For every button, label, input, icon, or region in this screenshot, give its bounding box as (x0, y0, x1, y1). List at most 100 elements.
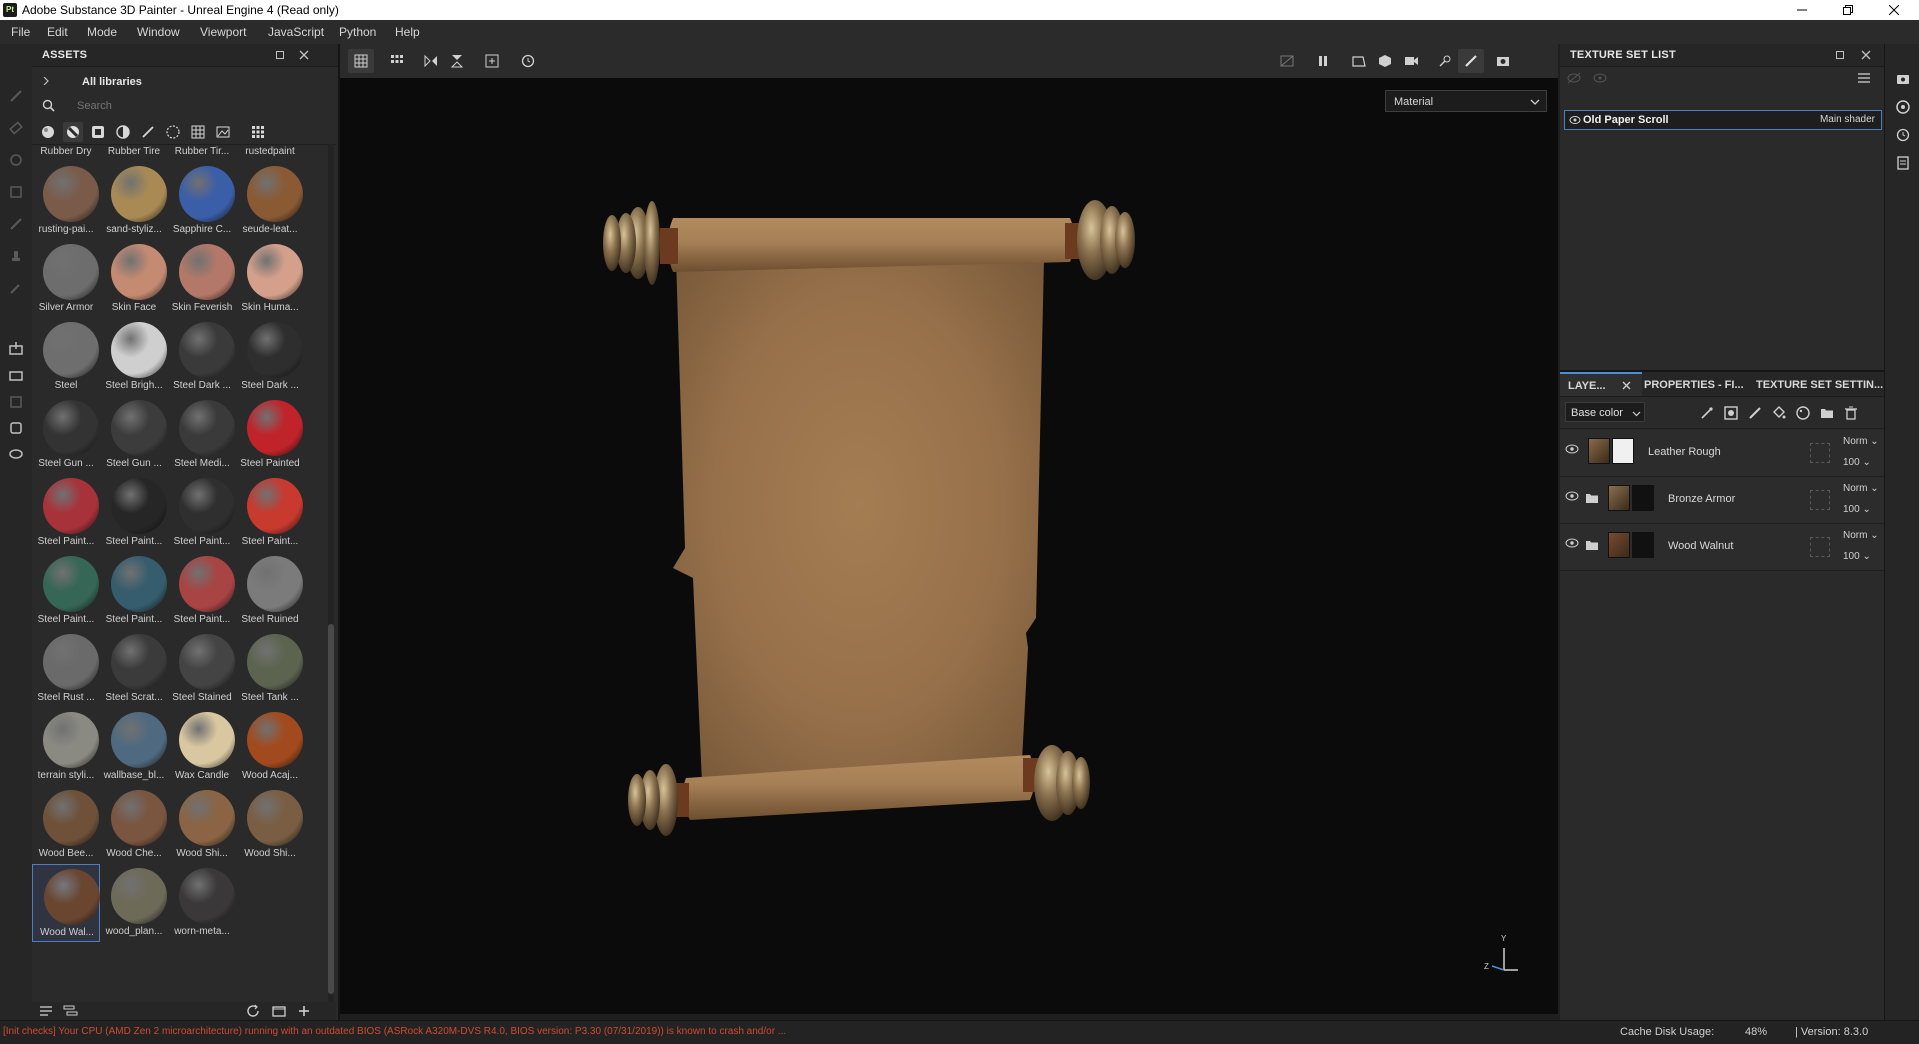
tsl-undock-button[interactable] (1832, 47, 1848, 63)
asset-tile[interactable]: Steel Paint... (236, 474, 304, 552)
asset-tile[interactable]: Skin Face (100, 240, 168, 318)
menu-window[interactable]: Window (137, 25, 180, 39)
menu-javascript[interactable]: JavaScript (268, 25, 324, 39)
layer-row[interactable]: Bronze Armor Norm ⌄ 100 ⌄ (1560, 477, 1884, 524)
3d-viewport[interactable]: Y Z (340, 78, 1558, 1014)
refresh-button[interactable] (245, 1003, 261, 1019)
import-button[interactable] (271, 1003, 287, 1019)
filter-materials[interactable] (38, 122, 58, 142)
menu-mode[interactable]: Mode (87, 25, 117, 39)
filter-brushes[interactable] (138, 122, 158, 142)
geometry-fill-tool[interactable] (4, 180, 28, 204)
asset-tile[interactable]: Steel Brigh... (100, 318, 168, 396)
tiling-button[interactable] (384, 49, 410, 73)
frame-selection-button[interactable] (479, 49, 505, 73)
bake-tool[interactable] (4, 336, 28, 360)
asset-tile[interactable]: Steel Paint... (32, 552, 100, 630)
asset-tile[interactable]: Wood Shi... (168, 786, 236, 864)
asset-tile[interactable]: Steel Painted (236, 396, 304, 474)
library-selector[interactable]: All libraries (32, 68, 336, 94)
add-mask-button[interactable] (1720, 403, 1742, 423)
tab-layers[interactable]: LAYE... (1560, 372, 1642, 396)
asset-tile[interactable]: Steel Stained (168, 630, 236, 708)
asset-tile[interactable]: Steel Paint... (168, 474, 236, 552)
material-mode-dropdown[interactable]: Material (1385, 90, 1547, 112)
tree-view-button[interactable] (62, 1003, 78, 1019)
clone-tool[interactable] (4, 244, 28, 268)
asset-tile[interactable]: Steel Rust ... (32, 630, 100, 708)
smudge-tool[interactable] (4, 212, 28, 236)
asset-tile[interactable]: Silver Armor (32, 240, 100, 318)
layer-geometry-mask[interactable] (1810, 537, 1830, 557)
layer-row[interactable]: Leather Rough Norm ⌄ 100 ⌄ (1560, 430, 1884, 477)
dock-log[interactable] (1892, 152, 1914, 174)
eye-icon[interactable] (1565, 491, 1579, 501)
filter-environments[interactable] (213, 122, 233, 142)
camera-mode-button[interactable] (1398, 49, 1424, 73)
tsl-show-all-button[interactable] (1592, 72, 1608, 84)
scrollbar-thumb[interactable] (328, 624, 334, 994)
asset-tile[interactable]: Steel Ruined (236, 552, 304, 630)
asset-tile[interactable]: rustedpaint (236, 144, 304, 162)
search-input[interactable] (77, 98, 317, 114)
assets-close-button[interactable] (296, 47, 312, 63)
picker-tool[interactable] (4, 276, 28, 300)
asset-tile[interactable]: Skin Feverish (168, 240, 236, 318)
eraser-tool[interactable] (4, 116, 28, 140)
asset-tile[interactable]: Wood Acaj... (236, 708, 304, 786)
add-folder-button[interactable] (1816, 403, 1838, 423)
filter-filters[interactable] (113, 122, 133, 142)
filter-textures[interactable] (188, 122, 208, 142)
asset-tile[interactable]: Wood Bee... (32, 786, 100, 864)
asset-tile[interactable]: Steel Gun ... (32, 396, 100, 474)
view-3d-button[interactable] (1372, 49, 1398, 73)
asset-tile[interactable]: Rubber Tire (100, 144, 168, 162)
menu-help[interactable]: Help (395, 25, 420, 39)
asset-tile[interactable]: wood_plan... (100, 864, 168, 942)
screenshot-button[interactable] (1490, 49, 1516, 73)
layer-opacity[interactable]: 100 ⌄ (1843, 504, 1871, 515)
paint-mode-button[interactable] (1458, 49, 1484, 73)
projection-tool[interactable] (4, 148, 28, 172)
menu-viewport[interactable]: Viewport (200, 25, 246, 39)
asset-tile[interactable]: Steel Paint... (100, 552, 168, 630)
asset-tile[interactable]: Steel Medi... (168, 396, 236, 474)
asset-tile[interactable]: Steel Dark ... (236, 318, 304, 396)
filter-all-view[interactable] (248, 122, 268, 142)
add-asset-button[interactable] (296, 1003, 312, 1019)
asset-tile[interactable]: Rubber Dry (32, 144, 100, 162)
menu-edit[interactable]: Edit (47, 25, 68, 39)
minimize-button[interactable] (1779, 0, 1825, 20)
layer-blend-mode[interactable]: Norm ⌄ (1843, 436, 1879, 447)
layer-opacity[interactable]: 100 ⌄ (1843, 551, 1871, 562)
asset-grid-scrollbar[interactable] (328, 144, 334, 1002)
layer-geometry-mask[interactable] (1810, 490, 1830, 510)
add-paint-layer-button[interactable] (1744, 403, 1766, 423)
viewer-settings-tool[interactable] (4, 442, 28, 466)
asset-tile[interactable]: Skin Huma... (236, 240, 304, 318)
tab-properties[interactable]: PROPERTIES - FI... (1644, 379, 1744, 391)
eye-icon[interactable] (1565, 538, 1579, 548)
asset-tile[interactable]: Wood Shi... (236, 786, 304, 864)
dock-display-settings[interactable] (1892, 96, 1914, 118)
menu-python[interactable]: Python (339, 25, 376, 39)
asset-tile[interactable]: Steel Scrat... (100, 630, 168, 708)
asset-tile[interactable]: Steel Paint... (100, 474, 168, 552)
asset-tile[interactable]: Steel Gun ... (100, 396, 168, 474)
layer-opacity[interactable]: 100 ⌄ (1843, 457, 1871, 468)
lighting-button[interactable] (1432, 49, 1458, 73)
restore-button[interactable] (1825, 0, 1871, 20)
asset-tile[interactable]: Wax Candle (168, 708, 236, 786)
layer-geometry-mask[interactable] (1810, 443, 1830, 463)
view-2d-button[interactable] (1346, 49, 1372, 73)
filter-smart-materials[interactable] (63, 122, 83, 142)
asset-tile[interactable]: Steel Tank ... (236, 630, 304, 708)
channel-dropdown[interactable]: Base color (1565, 402, 1645, 422)
asset-tile[interactable]: Rubber Tir... (168, 144, 236, 162)
asset-tile[interactable]: Sapphire C... (168, 162, 236, 240)
asset-tile[interactable]: Wood Che... (100, 786, 168, 864)
layer-blend-mode[interactable]: Norm ⌄ (1843, 483, 1879, 494)
paint-brush-tool[interactable] (4, 84, 28, 108)
asset-tile[interactable]: rusting-pai... (32, 162, 100, 240)
tsl-menu-button[interactable] (1856, 70, 1872, 86)
